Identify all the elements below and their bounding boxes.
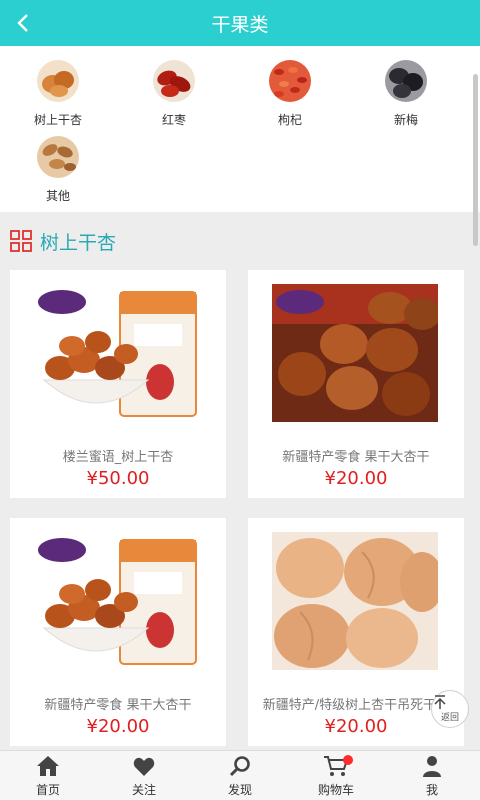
search-icon: [229, 756, 250, 777]
tab-me[interactable]: 我: [384, 751, 480, 800]
scrollbar[interactable]: [473, 74, 478, 246]
product-name: 楼兰蜜语_树上干杏: [62, 450, 174, 465]
jujube-thumbnail: [153, 60, 195, 102]
tab-label: 关注: [131, 783, 156, 797]
category-item-prune[interactable]: 新梅: [348, 60, 464, 128]
tab-cart[interactable]: 购物车: [288, 751, 384, 800]
top-bar: 干果类: [0, 0, 480, 46]
section-title: 树上干杏: [40, 231, 117, 254]
category-item-goji[interactable]: 枸杞: [232, 60, 348, 128]
almond-thumbnail: [37, 136, 79, 178]
apricot-thumbnail: [37, 60, 79, 102]
tab-label: 首页: [35, 783, 60, 797]
tab-label: 发现: [227, 783, 252, 797]
product-name: 新疆特产零食 果干大杏干: [282, 450, 430, 465]
category-label: 新梅: [393, 113, 418, 127]
product-card[interactable]: 新疆特产零食 果干大杏干 ¥20.00: [10, 518, 226, 746]
product-name: 新疆特产零食 果干大杏干: [44, 698, 192, 713]
product-card[interactable]: 新疆特产零食 果干大杏干 ¥20.00: [248, 270, 464, 498]
tab-home[interactable]: 首页: [0, 751, 96, 800]
category-label: 红枣: [161, 113, 186, 127]
prune-thumbnail: [385, 60, 427, 102]
product-image: [272, 532, 438, 670]
page-title: 干果类: [211, 13, 269, 36]
goji-thumbnail: [269, 60, 311, 102]
product-image: [272, 284, 438, 422]
category-item-jujube[interactable]: 红枣: [116, 60, 232, 128]
chevron-left-icon: [17, 14, 28, 32]
product-image: [34, 532, 200, 670]
bottom-tab-bar: 首页 关注 发现 购物车 我: [0, 750, 480, 800]
arrow-up-icon: [434, 695, 446, 709]
tab-label: 我: [425, 783, 438, 797]
cart-badge-dot: [343, 755, 353, 765]
heart-icon: [133, 757, 155, 776]
category-item-apricot[interactable]: 树上干杏: [0, 60, 116, 128]
product-price: ¥20.00: [324, 468, 388, 489]
tab-label: 购物车: [317, 783, 354, 797]
back-to-top-label: 返回: [440, 713, 459, 723]
back-to-top-button[interactable]: 返回: [431, 690, 469, 728]
tab-follow[interactable]: 关注: [96, 751, 192, 800]
category-item-other[interactable]: 其他: [0, 136, 116, 204]
product-image: [34, 284, 200, 422]
category-label: 枸杞: [277, 113, 302, 127]
category-label: 树上干杏: [33, 113, 82, 127]
product-price: ¥20.00: [86, 716, 150, 737]
home-icon: [37, 756, 59, 776]
category-label: 其他: [45, 189, 70, 203]
product-card[interactable]: 楼兰蜜语_树上干杏 ¥50.00: [10, 270, 226, 498]
category-grid: 树上干杏 红枣 枸杞 新梅 其他: [0, 46, 480, 212]
user-icon: [423, 756, 441, 777]
section-header: 树上干杏: [0, 222, 480, 260]
grid-icon: [10, 230, 32, 252]
tab-discover[interactable]: 发现: [192, 751, 288, 800]
back-button[interactable]: [6, 6, 40, 40]
product-price: ¥50.00: [86, 468, 150, 489]
